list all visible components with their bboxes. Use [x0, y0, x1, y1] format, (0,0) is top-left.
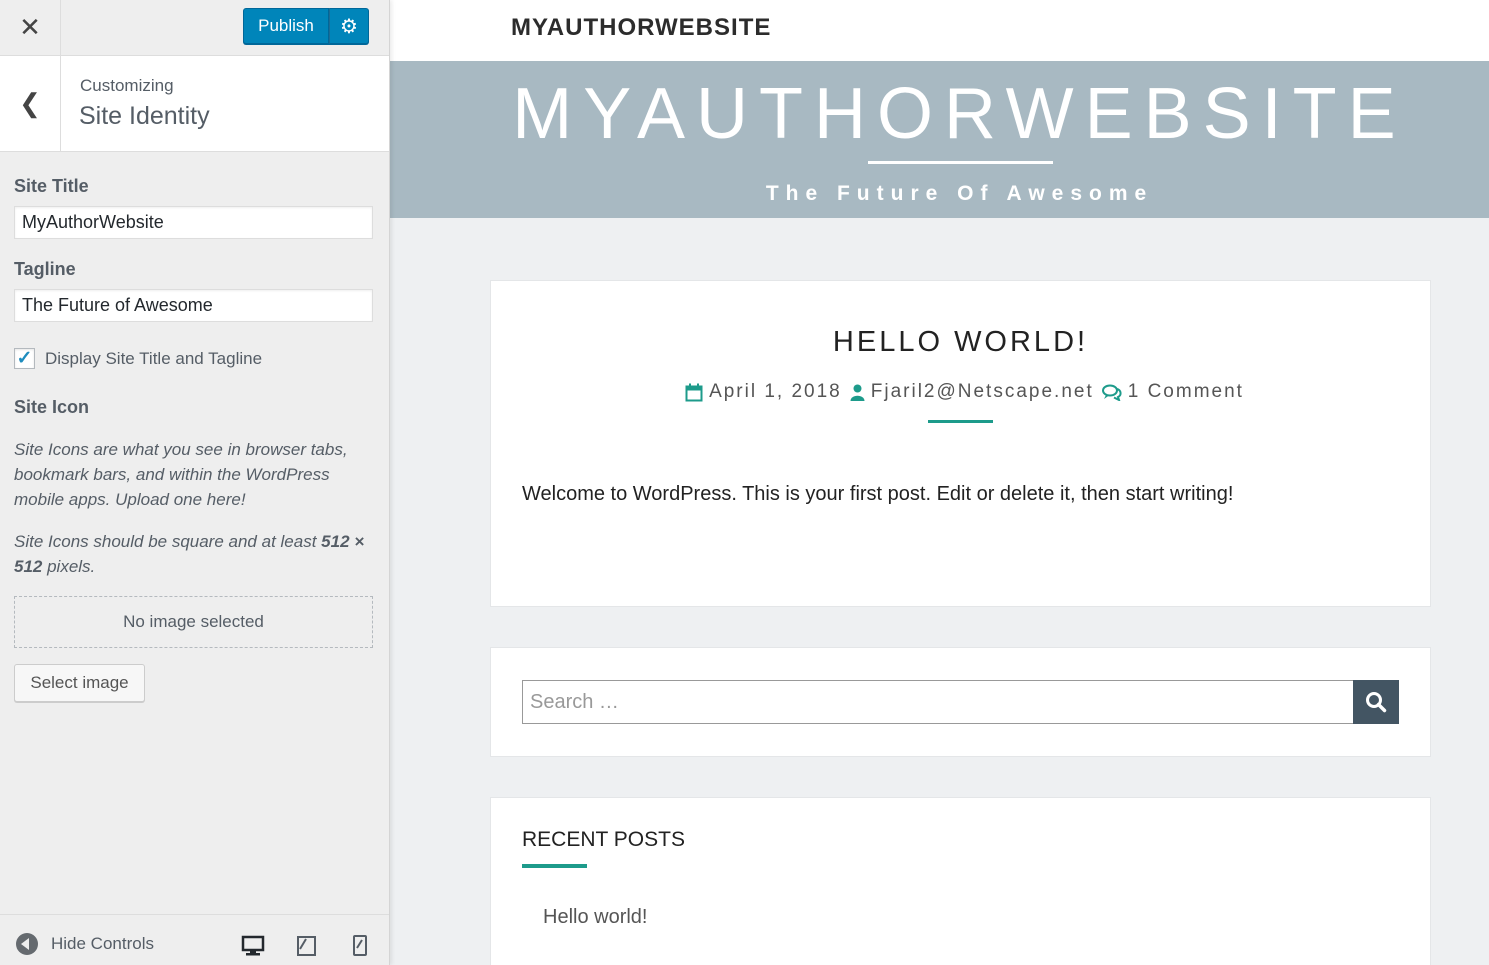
post-card: HELLO WORLD! April 1, 2018 Fjaril2@Netsc… [490, 280, 1431, 607]
display-title-label[interactable]: Display Site Title and Tagline [45, 349, 262, 369]
site-header-banner: MYAUTHORWEBSITE The Future Of Awesome [390, 61, 1489, 218]
select-image-button[interactable]: Select image [14, 664, 145, 702]
post-date[interactable]: April 1, 2018 [709, 381, 842, 403]
hide-controls-label: Hide Controls [51, 934, 154, 953]
post-title[interactable]: HELLO WORLD! [491, 326, 1430, 359]
back-button[interactable]: ❮ [0, 56, 61, 151]
publish-group: Publish ⚙ [243, 8, 369, 44]
desktop-icon[interactable] [241, 935, 265, 957]
hide-controls-button[interactable]: Hide Controls [16, 933, 154, 955]
site-icon-description: Site Icons are what you see in browser t… [14, 440, 348, 509]
publish-button[interactable]: Publish [243, 8, 329, 44]
search-widget: Search … [490, 647, 1431, 757]
customizer-header: ✕ Publish ⚙ [0, 0, 389, 56]
recent-posts-divider [522, 864, 587, 868]
post-author[interactable]: Fjaril2@Netscape.net [871, 381, 1094, 403]
no-image-placeholder: No image selected [14, 596, 373, 648]
recent-posts-widget: RECENT POSTS Hello world! [490, 797, 1431, 965]
site-identity-controls: Site Title Tagline ✓ Display Site Title … [0, 176, 389, 702]
customizer-sidebar: ✕ Publish ⚙ ❮ Customizing Site Identity … [0, 0, 390, 965]
search-icon [1366, 692, 1387, 713]
site-title-label: Site Title [14, 176, 89, 196]
site-icon-label: Site Icon [14, 397, 90, 417]
topbar-site-title[interactable]: MYAUTHORWEBSITE [511, 14, 771, 42]
display-title-checkbox[interactable]: ✓ [14, 348, 35, 369]
meta-divider [928, 420, 993, 423]
post-comments[interactable]: 1 Comment [1128, 381, 1244, 403]
chevron-left-icon: ❮ [19, 88, 41, 118]
banner-divider [868, 161, 1053, 164]
site-icon-size-note: Site Icons should be square and at least… [14, 529, 373, 579]
user-icon [850, 384, 865, 401]
collapse-arrow-icon [16, 933, 38, 955]
section-title: Site Identity [79, 102, 210, 130]
recent-posts-title: RECENT POSTS [522, 828, 685, 851]
post-meta: April 1, 2018 Fjaril2@Netscape.net 1 Com… [491, 381, 1430, 403]
tagline-label: Tagline [14, 259, 76, 279]
banner-tagline: The Future Of Awesome [765, 182, 1154, 205]
customizer-footer: Hide Controls [0, 914, 389, 965]
site-title-input[interactable] [14, 206, 373, 239]
search-input[interactable]: Search … [522, 680, 1354, 724]
search-button[interactable] [1353, 680, 1399, 724]
site-preview: MYAUTHORWEBSITE MYAUTHORWEBSITE The Futu… [390, 0, 1489, 965]
gear-icon: ⚙ [340, 15, 358, 38]
display-title-option: ✓ Display Site Title and Tagline [14, 348, 373, 369]
preview-topbar: MYAUTHORWEBSITE [390, 0, 1489, 61]
tablet-icon[interactable] [296, 935, 318, 957]
post-content: Welcome to WordPress. This is your first… [522, 483, 1234, 505]
publish-settings-button[interactable]: ⚙ [329, 8, 369, 44]
tagline-input[interactable] [14, 289, 373, 322]
size-note-prefix: Site Icons should be square and at least [14, 532, 322, 551]
size-note-suffix: pixels. [42, 557, 96, 576]
close-icon[interactable]: ✕ [0, 0, 61, 55]
breadcrumb: Customizing [80, 76, 174, 95]
section-header: ❮ Customizing Site Identity [0, 56, 389, 152]
comments-icon [1101, 384, 1122, 401]
calendar-icon [685, 383, 703, 401]
recent-post-link[interactable]: Hello world! [543, 906, 647, 929]
mobile-icon[interactable] [352, 935, 368, 957]
banner-site-title[interactable]: MYAUTHORWEBSITE [390, 73, 1489, 155]
